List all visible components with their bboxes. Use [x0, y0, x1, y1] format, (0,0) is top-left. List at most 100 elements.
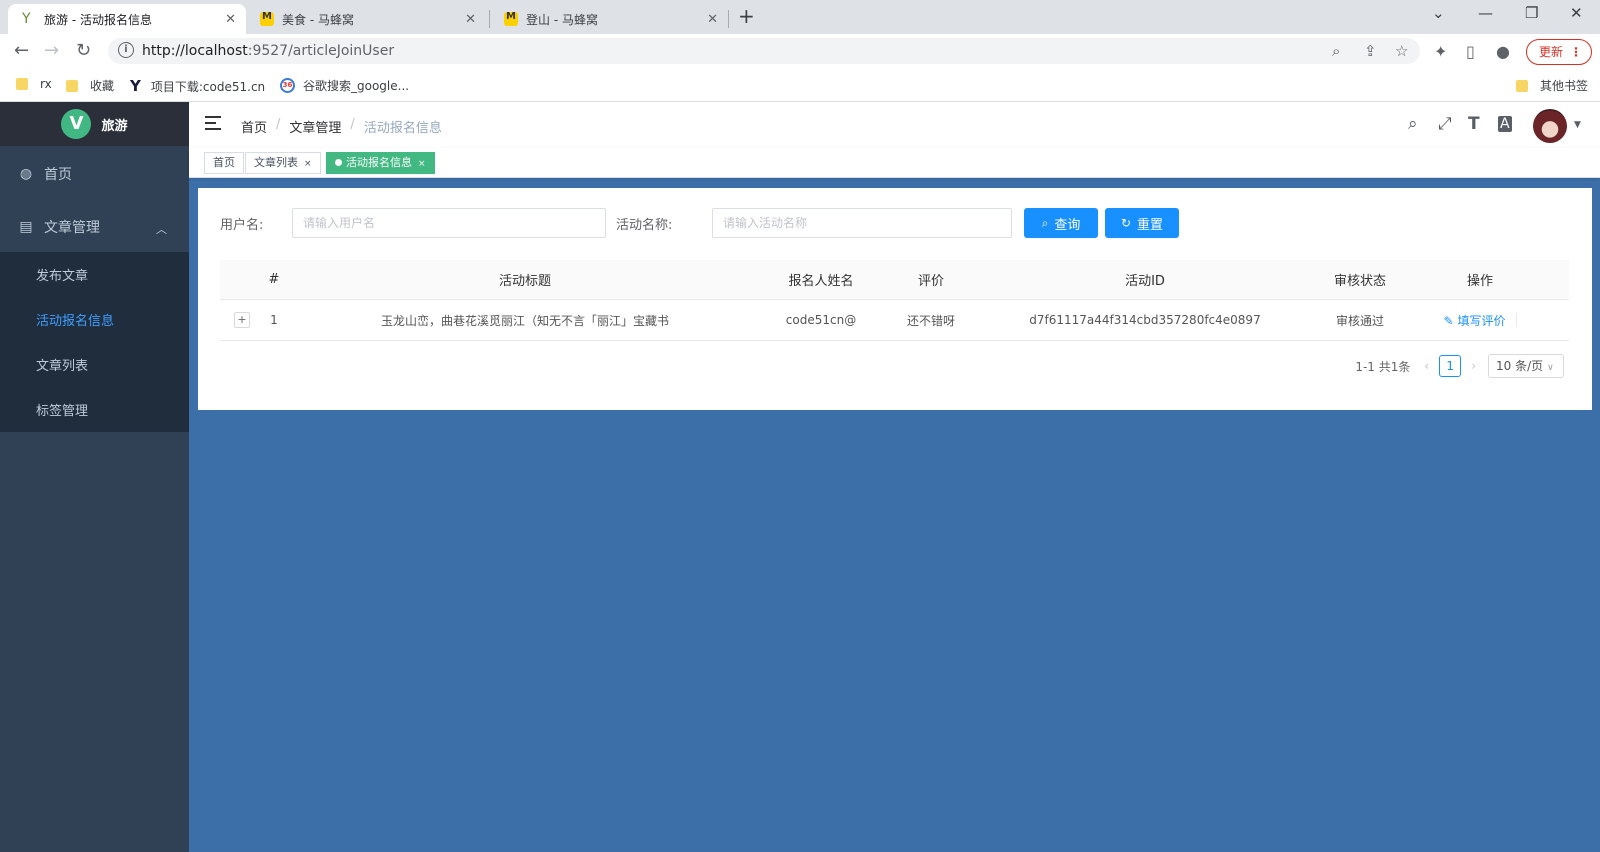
page-number[interactable]: 1	[1439, 355, 1462, 377]
column-header: 操作	[1466, 274, 1493, 289]
close-icon[interactable]: ×	[304, 159, 312, 169]
bookmark-label: 收藏	[90, 79, 115, 93]
bookmark-google[interactable]: 36 谷歌搜索_google...	[280, 77, 409, 94]
activity-name-label: 活动名称:	[616, 217, 673, 233]
browser-tab-active[interactable]: Y 旅游 - 活动报名信息 ✕	[8, 4, 246, 34]
sidebar-item-label: 活动报名信息	[36, 314, 115, 329]
column-header: 评价	[917, 274, 944, 289]
page-size-select[interactable]: 10 条/页 ∨	[1488, 354, 1564, 378]
site-info-icon[interactable]: i	[118, 42, 134, 58]
activity-title: 玉龙山峦，曲巷花溪觅丽江（知无不言「丽江」宝藏书	[380, 313, 669, 328]
search-icon[interactable]: ⌕	[1408, 114, 1418, 134]
pagination-summary: 1-1 共1条	[1355, 359, 1411, 374]
sidebar-item-activity-signup[interactable]: 活动报名信息	[0, 297, 189, 342]
sidebar-item-article-manage[interactable]: ▤ 文章管理 ︿	[0, 202, 189, 252]
bookmark-label: 项目下载:code51.cn	[150, 79, 266, 94]
tag-label: 首页	[213, 156, 235, 169]
mafengwo-icon	[504, 11, 518, 26]
breadcrumb-item[interactable]: 文章管理	[289, 117, 341, 136]
avatar[interactable]	[1533, 109, 1567, 143]
chevron-up-icon: ︿	[156, 223, 167, 236]
tag-article-list[interactable]: 文章列表 ×	[245, 152, 321, 174]
fullscreen-icon[interactable]: ⤢	[1438, 114, 1452, 134]
username-input[interactable]: 请输入用户名	[292, 208, 606, 238]
back-icon[interactable]: ←	[14, 40, 29, 61]
font-size-icon[interactable]: T	[1468, 114, 1480, 134]
sidebar-item-label: 发布文章	[36, 269, 89, 284]
folder-icon	[1516, 79, 1528, 92]
audit-status: 审核通过	[1335, 313, 1384, 328]
close-icon[interactable]: ✕	[225, 12, 236, 27]
navbar: 首页 / 文章管理 / 活动报名信息 ⌕ ⤢ T A ▼	[189, 102, 1600, 148]
write-review-button[interactable]: ✎ 填写评价	[1443, 312, 1505, 329]
bookmark-rx[interactable]: rx	[16, 77, 52, 91]
breadcrumb-item[interactable]: 首页	[241, 117, 267, 136]
sidebar-item-label: 标签管理	[36, 404, 89, 419]
expand-row-button[interactable]: +	[234, 300, 250, 340]
brand-logo[interactable]: V 旅游	[0, 102, 189, 146]
browser-tab[interactable]: 登山 - 马蜂窝 ✕	[490, 4, 728, 34]
url-field[interactable]: i http://localhost:9527/articleJoinUser …	[108, 38, 1420, 64]
dashboard-icon: ◍	[19, 166, 33, 182]
activity-name-input[interactable]: 请输入活动名称	[712, 208, 1012, 238]
vue-logo-icon: V	[61, 109, 92, 139]
close-icon[interactable]: ×	[418, 159, 426, 169]
chevron-right-icon[interactable]: ›	[1471, 359, 1476, 373]
leaf-icon: Y	[22, 11, 31, 27]
sidebar-item-publish-article[interactable]: 发布文章	[0, 252, 189, 297]
pagination: 1-1 共1条 ‹ 1 › 10 条/页 ∨	[1355, 354, 1564, 378]
minimize-icon[interactable]: —	[1478, 4, 1493, 22]
close-icon[interactable]: ✕	[465, 12, 476, 27]
query-button[interactable]: ⌕ 查询	[1024, 208, 1098, 238]
reload-icon[interactable]: ↻	[76, 40, 91, 61]
update-label: 更新	[1539, 45, 1564, 59]
star-icon[interactable]: ☆	[1395, 42, 1408, 60]
chevron-left-icon[interactable]: ‹	[1424, 359, 1429, 373]
360-icon: 36	[280, 78, 295, 93]
bookmark-code51[interactable]: Y 项目下载:code51.cn	[130, 77, 265, 95]
extensions-icon[interactable]: ✦	[1434, 42, 1447, 61]
url-text: http://localhost:9527/articleJoinUser	[142, 43, 394, 59]
close-icon[interactable]: ✕	[707, 12, 718, 27]
restore-icon[interactable]: ❐	[1525, 4, 1538, 22]
reset-button[interactable]: ↻ 重置	[1105, 208, 1179, 238]
tab-title: 美食 - 马蜂窝	[282, 12, 354, 27]
page-size-label: 10 条/页	[1496, 359, 1544, 373]
forward-icon[interactable]: →	[44, 40, 59, 61]
tag-home[interactable]: 首页	[204, 152, 244, 174]
breadcrumb: 首页 / 文章管理 / 活动报名信息	[241, 117, 442, 136]
zoom-icon[interactable]: ⌕	[1332, 42, 1340, 60]
browser-tab[interactable]: 美食 - 马蜂窝 ✕	[246, 4, 486, 34]
folder-icon	[66, 79, 78, 92]
tab-search-icon[interactable]: ⌄	[1432, 4, 1445, 22]
new-tab-icon[interactable]: +	[738, 4, 755, 28]
column-header: 审核状态	[1333, 274, 1386, 289]
profile-icon[interactable]: ●	[1496, 42, 1510, 61]
table-row: + 1 玉龙山峦，曲巷花溪觅丽江（知无不言「丽江」宝藏书 code51cn@ 还…	[220, 300, 1569, 341]
chevron-down-icon: ∨	[1547, 363, 1554, 373]
window-close-icon[interactable]: ✕	[1570, 4, 1583, 22]
applicant-name: code51cn@	[785, 313, 857, 327]
bookmark-label: 其他书签	[1540, 79, 1589, 93]
side-panel-icon[interactable]: ▯	[1466, 42, 1475, 61]
share-icon[interactable]: ⇪	[1364, 42, 1377, 60]
tab-divider	[728, 10, 729, 28]
bookmark-others[interactable]: 其他书签	[1516, 77, 1588, 94]
hamburger-icon[interactable]	[205, 116, 221, 130]
tag-activity-signup[interactable]: 活动报名信息 ×	[326, 152, 435, 174]
update-button[interactable]: 更新 ⋮	[1526, 39, 1592, 65]
sidebar-item-article-list[interactable]: 文章列表	[0, 342, 189, 387]
action-cell: ✎ 填写评价	[1430, 300, 1530, 340]
query-label: 查询	[1054, 217, 1081, 233]
sidebar-item-label: 文章管理	[44, 220, 100, 236]
bookmark-favorites[interactable]: 收藏	[66, 77, 114, 94]
column-header: 活动ID	[1125, 274, 1165, 289]
language-icon[interactable]: A	[1498, 116, 1512, 132]
row-index: 1	[270, 313, 278, 327]
sidebar-item-home[interactable]: ◍ 首页	[0, 146, 189, 202]
caret-down-icon[interactable]: ▼	[1574, 120, 1581, 130]
content-card: 用户名: 请输入用户名 活动名称: 请输入活动名称 ⌕ 查询 ↻ 重置 # 活动标题…	[198, 188, 1592, 410]
sidebar-item-tag-manage[interactable]: 标签管理	[0, 387, 189, 432]
url-path: :9527/articleJoinUser	[247, 43, 395, 59]
breadcrumb-separator: /	[276, 117, 281, 132]
